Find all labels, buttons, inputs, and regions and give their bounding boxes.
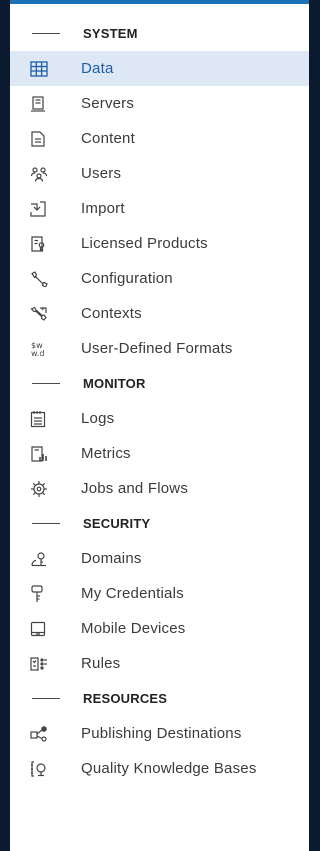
publish-icon (30, 725, 58, 742)
nav-item-label: Mobile Devices (81, 620, 186, 637)
nav-item-label: Jobs and Flows (81, 480, 189, 497)
left-edge (0, 0, 10, 851)
table-icon (30, 60, 58, 77)
import-icon (30, 200, 58, 217)
nav-item-metrics[interactable]: Metrics (10, 436, 309, 471)
section-divider-line (32, 33, 60, 34)
nav-item-label: Licensed Products (81, 235, 208, 252)
section-divider-line (32, 523, 60, 524)
section-divider-line (32, 698, 60, 699)
metrics-icon (30, 445, 58, 462)
server-icon (30, 95, 58, 112)
nav-item-users[interactable]: Users (10, 156, 309, 191)
nav-item-label: Configuration (81, 270, 173, 287)
nav-item-rules[interactable]: Rules (10, 646, 309, 681)
section-header-system: SYSTEM (10, 16, 309, 51)
rules-icon (30, 656, 58, 672)
nav-item-label: User-Defined Formats (81, 340, 233, 357)
nav-item-contexts[interactable]: Contexts (10, 296, 309, 331)
wrench-icon (30, 270, 58, 287)
section-title: RESOURCES (83, 691, 168, 706)
nav-item-content[interactable]: Content (10, 121, 309, 156)
section-title: SYSTEM (83, 26, 138, 41)
nav-item-label: Servers (81, 95, 135, 112)
nav-item-publishing-destinations[interactable]: Publishing Destinations (10, 716, 309, 751)
app-window: SYSTEM Data Servers Content Users Import… (0, 0, 309, 851)
nav-item-user-defined-formats[interactable]: $w w.d User-Defined Formats (10, 331, 309, 366)
nav-item-label: My Credentials (81, 585, 184, 602)
nav-item-jobs-and-flows[interactable]: Jobs and Flows (10, 471, 309, 506)
nav-item-licensed-products[interactable]: Licensed Products (10, 226, 309, 261)
nav-item-label: Logs (81, 410, 115, 427)
mobile-device-icon (30, 621, 58, 637)
nav-item-label: Rules (81, 655, 121, 672)
nav-item-data[interactable]: Data (10, 51, 309, 86)
nav-item-quality-knowledge-bases[interactable]: Quality Knowledge Bases (10, 751, 309, 786)
nav-item-label: Quality Knowledge Bases (81, 760, 257, 777)
navigation-panel: SYSTEM Data Servers Content Users Import… (10, 4, 309, 851)
nav-item-mobile-devices[interactable]: Mobile Devices (10, 611, 309, 646)
nav-item-servers[interactable]: Servers (10, 86, 309, 121)
knowledge-base-icon (30, 760, 58, 777)
section-header-security: SECURITY (10, 506, 309, 541)
section-title: SECURITY (83, 516, 151, 531)
gear-icon (30, 480, 58, 498)
section-header-monitor: MONITOR (10, 366, 309, 401)
svg-text:w.d: w.d (31, 349, 44, 358)
section-title: MONITOR (83, 376, 146, 391)
domains-icon (30, 551, 58, 567)
license-icon (30, 235, 58, 252)
nav-item-configuration[interactable]: Configuration (10, 261, 309, 296)
nav-item-label: Domains (81, 550, 142, 567)
nav-item-my-credentials[interactable]: My Credentials (10, 576, 309, 611)
nav-item-label: Publishing Destinations (81, 725, 242, 742)
nav-item-label: Metrics (81, 445, 131, 462)
nav-item-label: Contexts (81, 305, 142, 322)
nav-item-label: Content (81, 130, 135, 147)
section-header-resources: RESOURCES (10, 681, 309, 716)
formats-icon: $w w.d (30, 340, 58, 358)
nav-item-logs[interactable]: Logs (10, 401, 309, 436)
contexts-icon (30, 306, 58, 322)
document-icon (30, 130, 58, 147)
nav-item-domains[interactable]: Domains (10, 541, 309, 576)
key-icon (30, 584, 58, 603)
logs-icon (30, 410, 58, 428)
nav-item-import[interactable]: Import (10, 191, 309, 226)
nav-item-label: Users (81, 165, 122, 182)
nav-item-label: Data (81, 60, 114, 77)
nav-item-label: Import (81, 200, 125, 217)
users-icon (30, 166, 58, 182)
section-divider-line (32, 383, 60, 384)
